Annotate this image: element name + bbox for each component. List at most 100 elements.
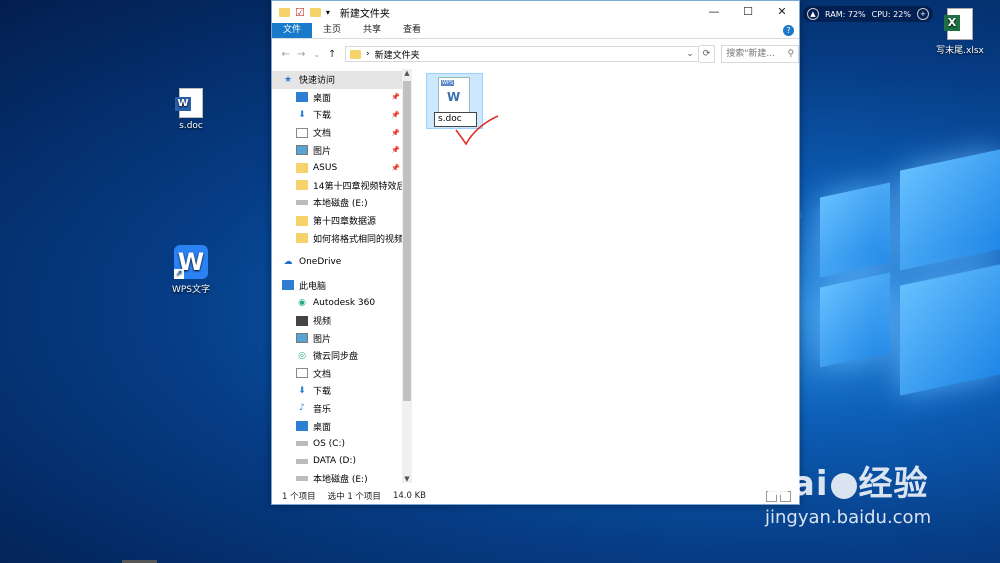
- nav-item-autodesk[interactable]: ◉ Autodesk 360: [272, 294, 412, 312]
- nav-item-folder[interactable]: 14第十四章视频特效后: [272, 177, 412, 195]
- nav-scrollbar[interactable]: ▲ ▼: [402, 69, 412, 483]
- forward-button[interactable]: →: [294, 49, 310, 60]
- properties-icon[interactable]: ☑: [295, 6, 305, 19]
- desktop-icon-label: WPS文字: [171, 285, 211, 295]
- nav-label: DATA (D:): [313, 456, 357, 467]
- watermark-url: jingyan.baidu.com: [765, 507, 932, 528]
- ribbon-tabs: 文件 主页 共享 查看 ?: [272, 23, 799, 39]
- desktop-icon: [296, 92, 308, 103]
- desktop-icon-wps[interactable]: W ↗ WPS文字: [156, 245, 226, 295]
- folder-icon: [296, 215, 308, 226]
- nav-item-drive-e[interactable]: 本地磁盘 (E:): [272, 470, 412, 483]
- nav-item-weiyun[interactable]: ◎ 微云同步盘: [272, 347, 412, 365]
- close-button[interactable]: ✕: [765, 1, 799, 23]
- folder-icon: [350, 49, 361, 59]
- nav-label: 下载: [313, 111, 332, 122]
- nav-item-documents[interactable]: 文档: [272, 365, 412, 383]
- help-icon[interactable]: ?: [783, 25, 794, 36]
- nav-item-music[interactable]: ♪ 音乐: [272, 400, 412, 418]
- baidu-jingyan-watermark: Bai 经验 jingyan.baidu.com: [765, 456, 931, 528]
- nav-item-documents[interactable]: 文档 📌: [272, 124, 412, 142]
- nav-item-desktop[interactable]: 桌面: [272, 417, 412, 435]
- nav-item-pictures[interactable]: 图片: [272, 329, 412, 347]
- cpu-usage: CPU: 22%: [871, 9, 911, 19]
- nav-label: 音乐: [313, 404, 332, 415]
- excel-icon: X: [944, 8, 973, 40]
- pin-icon: 📌: [391, 110, 400, 119]
- add-icon[interactable]: +: [916, 8, 929, 20]
- nav-item-downloads[interactable]: ⬇ 下载: [272, 382, 412, 400]
- nav-this-pc[interactable]: 此电脑: [272, 277, 412, 295]
- nav-item-folder[interactable]: 如何将格式相同的视频: [272, 229, 412, 247]
- nav-item-pictures[interactable]: 图片 📌: [272, 141, 412, 159]
- scroll-up-icon[interactable]: ▲: [402, 69, 412, 77]
- new-folder-icon[interactable]: [309, 7, 321, 17]
- nav-item-drive-d[interactable]: DATA (D:): [272, 452, 412, 470]
- tab-file[interactable]: 文件: [272, 23, 313, 38]
- breadcrumb[interactable]: 新建文件夹: [375, 48, 420, 61]
- title-bar[interactable]: ☑ ▾ 新建文件夹 — ☐ ✕: [272, 1, 799, 23]
- back-button[interactable]: ←: [278, 49, 294, 60]
- nav-label: OneDrive: [299, 256, 342, 267]
- nav-label: 微云同步盘: [313, 352, 359, 363]
- tab-home[interactable]: 主页: [312, 23, 352, 38]
- desktop-icon-sdoc[interactable]: W s.doc: [156, 88, 226, 131]
- desktop-icon: [296, 421, 308, 432]
- selected-size: 14.0 KB: [392, 491, 426, 501]
- nav-label: Autodesk 360: [313, 297, 376, 308]
- star-icon: ★: [283, 74, 293, 85]
- pictures-icon: [296, 145, 308, 156]
- up-button[interactable]: ↑: [325, 49, 341, 60]
- chevron-down-icon[interactable]: ⌄: [686, 49, 694, 59]
- nav-item-folder[interactable]: 第十四章数据源: [272, 212, 412, 230]
- music-note-icon: ♪: [299, 403, 305, 414]
- nav-item-desktop[interactable]: 桌面 📌: [272, 89, 412, 107]
- search-icon: ⚲: [787, 49, 795, 59]
- nav-item-drive-e[interactable]: 本地磁盘 (E:): [272, 194, 412, 212]
- tab-view[interactable]: 查看: [392, 23, 432, 38]
- nav-label: 第十四章数据源: [313, 217, 377, 228]
- maximize-button[interactable]: ☐: [731, 1, 765, 23]
- minimize-button[interactable]: —: [697, 1, 731, 23]
- nav-item-asus[interactable]: ASUS 📌: [272, 159, 412, 177]
- watermark-logo-right: 经验: [858, 464, 929, 504]
- pin-icon: 📌: [391, 163, 400, 172]
- window-title: 新建文件夹: [339, 8, 390, 20]
- refresh-button[interactable]: ⟳: [698, 45, 716, 63]
- address-bar[interactable]: › 新建文件夹 ⌄: [345, 46, 699, 62]
- desktop-icon-xlsx[interactable]: X 写末尾.xlsx: [925, 8, 995, 56]
- system-monitor-widget[interactable]: ▲ RAM: 72% CPU: 22% +: [803, 6, 933, 22]
- nav-label: 图片: [313, 146, 332, 157]
- nav-quick-access[interactable]: ★ 快速访问: [272, 71, 412, 89]
- nav-label: OS (C:): [313, 438, 345, 449]
- file-list[interactable]: WPS W s.doc: [412, 69, 799, 483]
- scrollbar-thumb[interactable]: [403, 81, 411, 401]
- pin-icon: 📌: [391, 128, 400, 137]
- nav-label: 如何将格式相同的视频: [313, 234, 404, 245]
- desktop-icon-label: s.doc: [179, 121, 203, 131]
- nav-item-videos[interactable]: 视频: [272, 312, 412, 330]
- nav-item-downloads[interactable]: ⬇ 下载 📌: [272, 106, 412, 124]
- watermark-logo-left: Bai: [765, 464, 829, 504]
- nav-label: 下载: [313, 387, 332, 398]
- recent-locations-button[interactable]: ⌄: [309, 50, 325, 59]
- scroll-down-icon[interactable]: ▼: [402, 475, 412, 483]
- nav-label: 本地磁盘 (E:): [313, 199, 368, 210]
- nav-item-drive-c[interactable]: OS (C:): [272, 435, 412, 453]
- drive-icon: [296, 476, 308, 482]
- download-arrow-icon: ⬇: [298, 109, 306, 120]
- sync-icon: ◎: [298, 350, 306, 361]
- nav-label: 桌面: [313, 93, 332, 104]
- nav-label: 视频: [313, 317, 332, 328]
- customize-dropdown-icon[interactable]: ▾: [326, 8, 330, 17]
- nav-label: 文档: [313, 369, 332, 380]
- nav-onedrive[interactable]: ☁ OneDrive: [272, 253, 412, 271]
- wps-writer-icon: W ↗: [174, 245, 208, 279]
- folder-icon: [296, 233, 308, 244]
- wps-document-icon: WPS W: [438, 77, 470, 115]
- tab-share[interactable]: 共享: [352, 23, 392, 38]
- search-input[interactable]: 搜索"新建... ⚲: [721, 45, 800, 63]
- desktop-icon-label: 写末尾.xlsx: [936, 46, 984, 56]
- drive-icon: [296, 200, 308, 206]
- address-row: ← → ⌄ ↑ › 新建文件夹 ⌄ ⟳ 搜索"新建... ⚲: [272, 39, 800, 69]
